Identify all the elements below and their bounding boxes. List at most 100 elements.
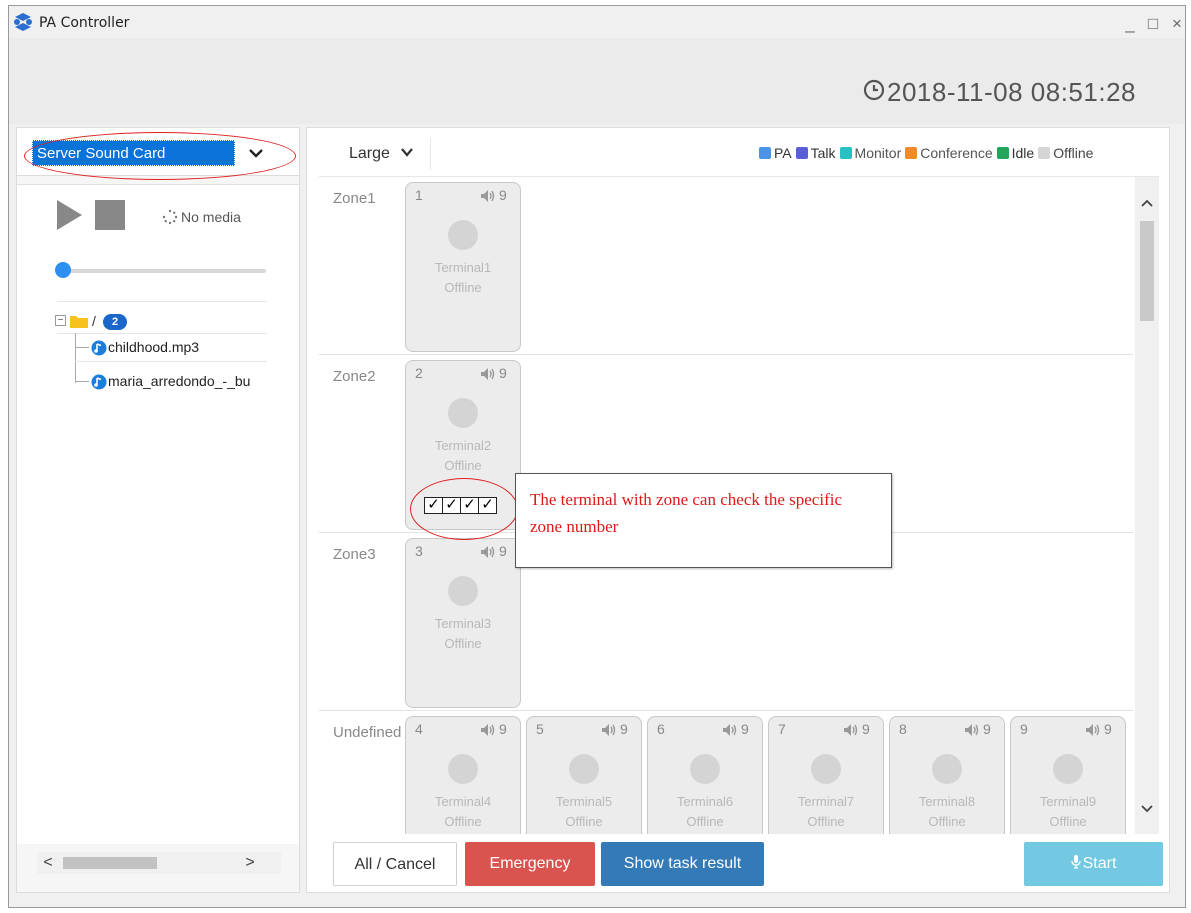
legend-item: PA [759, 145, 792, 161]
legend-swatch [996, 147, 1009, 159]
terminal-card[interactable]: 5 9 Terminal5 Offline [526, 716, 642, 834]
legend-item: Conference [905, 145, 993, 161]
terminal-name: Terminal1 [434, 260, 492, 275]
scroll-up-icon[interactable] [1135, 193, 1159, 213]
divider [57, 301, 267, 302]
file-name: maria_arredondo_-_bu [108, 373, 251, 389]
header-bar: 2018-11-08 08:51:28 [9, 38, 1185, 124]
zone-row: Undefined 4 9 Terminal4 Offline 5 9 Terminal5… [319, 711, 1133, 834]
speaker-icon [481, 368, 495, 380]
terminal-name: Terminal9 [1039, 794, 1097, 809]
zone-label: Zone3 [333, 546, 376, 563]
terminal-status: Offline [444, 814, 482, 829]
stop-icon[interactable] [95, 200, 125, 230]
terminal-name: Terminal7 [797, 794, 855, 809]
emergency-button[interactable]: Emergency [465, 842, 595, 886]
player-box: No media − / 2 childhood.mp3 maria_arred… [17, 184, 299, 844]
pa-logo-icon [14, 13, 32, 31]
scroll-thumb[interactable] [1140, 221, 1154, 321]
legend-swatch [1038, 147, 1051, 159]
terminal-name: Terminal5 [555, 794, 613, 809]
zone-checkbox[interactable]: ✓ [442, 497, 461, 514]
terminal-name: Terminal6 [676, 794, 734, 809]
audio-source-select[interactable]: Server Sound Card [32, 140, 282, 166]
spinner-icon [162, 209, 178, 225]
start-label: Start [1082, 855, 1117, 872]
playlist-file-item[interactable]: childhood.mp3 [75, 337, 295, 359]
zone-checkbox[interactable]: ✓ [424, 497, 443, 514]
terminal-number: 1 [415, 187, 423, 203]
scroll-thumb[interactable] [63, 857, 157, 869]
legend-item: Talk [795, 145, 836, 161]
media-status: No media [181, 209, 241, 225]
scroll-down-icon[interactable] [1135, 799, 1159, 819]
status-dot [448, 576, 478, 606]
microphone-icon [1070, 855, 1081, 869]
show-task-result-button[interactable]: Show task result [601, 842, 764, 886]
terminal-volume: 9 [1104, 721, 1112, 737]
window-title: PA Controller [39, 15, 130, 31]
terminal-status: Offline [1049, 814, 1087, 829]
terminal-status: Offline [686, 814, 724, 829]
divider [57, 333, 267, 334]
legend-label: PA [774, 145, 792, 161]
zone-label: Zone2 [333, 368, 376, 385]
vertical-scrollbar[interactable] [1135, 177, 1159, 834]
scroll-left-icon[interactable]: < [37, 852, 59, 874]
terminal-card[interactable]: 4 9 Terminal4 Offline [405, 716, 521, 834]
status-dot [1053, 754, 1083, 784]
speaker-icon [481, 546, 495, 558]
current-datetime: 2018-11-08 08:51:28 [887, 77, 1136, 107]
terminal-card[interactable]: 7 9 Terminal7 Offline [768, 716, 884, 834]
speaker-icon [481, 190, 495, 202]
terminal-card[interactable]: 2 9 Terminal2 Offline ✓ ✓ ✓ ✓ [405, 360, 521, 530]
terminal-number: 8 [899, 721, 907, 737]
terminal-status: Offline [444, 280, 482, 295]
chevron-down-icon [249, 149, 263, 158]
horizontal-scrollbar[interactable]: < > [37, 852, 281, 874]
zone-checkbox[interactable]: ✓ [478, 497, 497, 514]
legend-label: Talk [810, 145, 836, 161]
terminal-card[interactable]: 9 9 Terminal9 Offline [1010, 716, 1126, 834]
chevron-down-icon [401, 148, 413, 157]
close-button[interactable]: × [1166, 14, 1185, 36]
playlist-root[interactable]: − / 2 [55, 312, 255, 332]
maximize-button[interactable]: □ [1142, 14, 1164, 36]
legend-item: Monitor [839, 145, 902, 161]
terminal-card[interactable]: 6 9 Terminal6 Offline [647, 716, 763, 834]
status-dot [448, 754, 478, 784]
legend-item: Offline [1038, 145, 1093, 161]
playlist-file-item[interactable]: maria_arredondo_-_bu [75, 371, 295, 393]
terminal-card[interactable]: 1 9 Terminal1 Offline [405, 182, 521, 352]
terminal-number: 2 [415, 365, 423, 381]
tree-toggle-icon[interactable]: − [55, 315, 66, 326]
media-panel: Server Sound Card No media − / 2 childho… [16, 127, 300, 893]
legend-label: Idle [1011, 145, 1035, 161]
scroll-right-icon[interactable]: > [239, 852, 261, 874]
playlist-root-label: / [92, 313, 96, 329]
terminal-name: Terminal4 [434, 794, 492, 809]
card-size-select[interactable]: Large [319, 138, 431, 170]
zone-label: Zone1 [333, 190, 376, 207]
legend-label: Monitor [854, 145, 902, 161]
legend-swatch [839, 147, 852, 159]
seek-slider-track[interactable] [62, 269, 266, 273]
all-cancel-button[interactable]: All / Cancel [333, 842, 457, 886]
minimize-button[interactable]: _ [1119, 14, 1141, 36]
status-dot [932, 754, 962, 784]
speaker-icon [844, 724, 858, 736]
terminal-card[interactable]: 8 9 Terminal8 Offline [889, 716, 1005, 834]
speaker-icon [1086, 724, 1100, 736]
legend-swatch [905, 147, 918, 159]
status-dot [448, 398, 478, 428]
play-icon[interactable] [55, 199, 83, 231]
terminal-volume: 9 [741, 721, 749, 737]
terminal-volume: 9 [499, 365, 507, 381]
terminal-number: 4 [415, 721, 423, 737]
legend-swatch [795, 147, 808, 159]
start-button[interactable]: Start [1024, 842, 1163, 886]
audio-source-value: Server Sound Card [32, 140, 235, 166]
terminal-card[interactable]: 3 9 Terminal3 Offline [405, 538, 521, 708]
zone-checkbox[interactable]: ✓ [460, 497, 479, 514]
seek-slider-knob[interactable] [55, 262, 71, 278]
